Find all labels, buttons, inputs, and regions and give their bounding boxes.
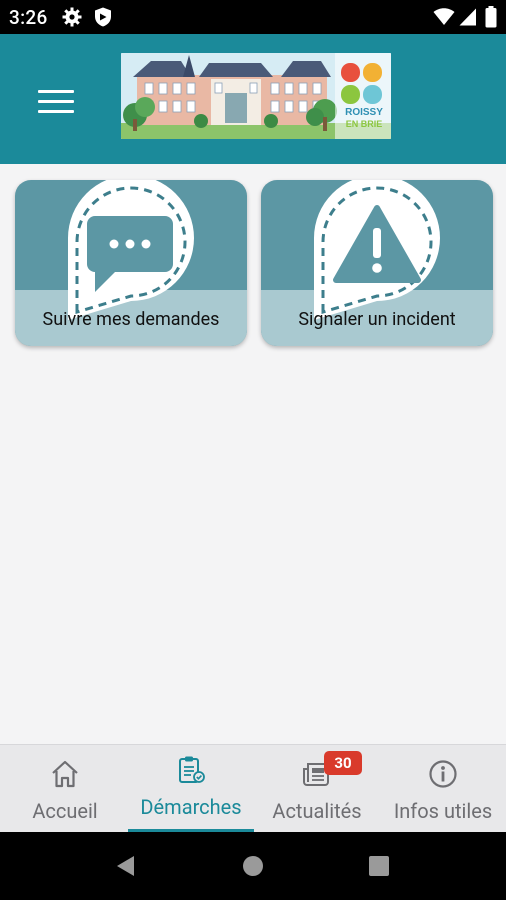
system-navigation-bar [0, 832, 506, 900]
info-icon [428, 759, 458, 793]
menu-button[interactable] [32, 84, 82, 120]
nav-label: Démarches [140, 795, 242, 819]
status-time: 3:26 [9, 6, 48, 29]
notification-badge: 30 [324, 751, 362, 775]
clipboard-icon [176, 755, 206, 789]
status-bar: 3:26 [0, 0, 506, 34]
logo-text-line2: EN BRIE [345, 119, 383, 129]
city-logo-banner: ROISSY EN BRIE [121, 53, 391, 139]
back-icon[interactable] [114, 854, 138, 882]
card-label: Signaler un incident [298, 309, 456, 330]
home-circle-icon[interactable] [242, 855, 264, 881]
hamburger-menu-icon [38, 90, 74, 93]
bottom-navigation: Accueil Démarches Actualités 30 Infos ut… [0, 744, 506, 833]
logo-text-line1: ROISSY [345, 107, 383, 118]
card-signaler-un-incident[interactable]: Signaler un incident [261, 180, 493, 346]
recents-icon[interactable] [369, 856, 389, 880]
settings-icon [62, 7, 82, 31]
shield-icon [94, 7, 112, 31]
nav-item-infos-utiles[interactable]: Infos utiles [380, 745, 506, 833]
app-bar: ROISSY EN BRIE [0, 34, 506, 164]
home-icon [50, 759, 80, 793]
nav-label: Actualités [272, 799, 362, 823]
signal-icon [459, 8, 477, 30]
nav-item-accueil[interactable]: Accueil [2, 745, 128, 833]
nav-item-demarches[interactable]: Démarches [128, 745, 254, 833]
nav-label: Accueil [32, 799, 98, 823]
nav-label: Infos utiles [393, 799, 493, 823]
battery-icon [485, 6, 497, 32]
wifi-icon [433, 8, 455, 30]
card-suivre-mes-demandes[interactable]: Suivre mes demandes [15, 180, 247, 346]
card-label: Suivre mes demandes [42, 309, 220, 330]
